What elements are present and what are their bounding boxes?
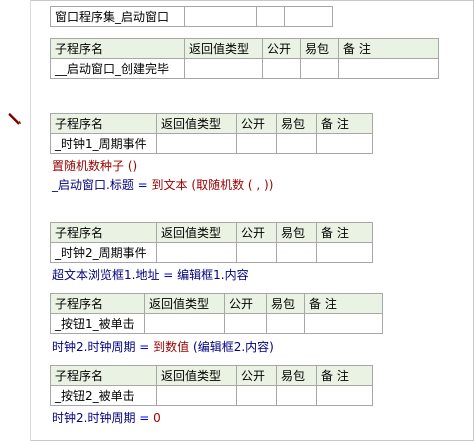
col-return-type: 返回值类型 (156, 222, 237, 243)
pencil-breakpoint-icon[interactable] (6, 110, 24, 128)
col-easy-pkg: 易包 (266, 293, 305, 314)
col-sub-name: 子程序名 (50, 222, 157, 243)
col-public: 公开 (236, 365, 277, 386)
sub-name-cell[interactable]: _按钮1_被单击 (50, 313, 145, 334)
col-public: 公开 (236, 113, 277, 134)
col-public: 公开 (262, 38, 301, 59)
col-easy-pkg: 易包 (300, 38, 339, 59)
col-sub-name: 子程序名 (50, 38, 185, 59)
col-return-type: 返回值类型 (156, 365, 237, 386)
code-line-2[interactable]: _启动窗口.标题 = 到文本 (取随机数 ( , )) (52, 177, 273, 194)
sub-table-4: 子程序名 返回值类型 公开 易包 备 注 _按钮1_被单击 (50, 293, 383, 334)
assembly-name[interactable]: 窗口程序集_启动窗口 (50, 6, 185, 27)
sub-table-2: 子程序名 返回值类型 公开 易包 备 注 _时钟1_周期事件 (50, 113, 373, 154)
sub-name-cell[interactable]: _时钟2_周期事件 (50, 242, 157, 263)
sub-name-cell[interactable]: _时钟1_周期事件 (50, 133, 157, 154)
col-easy-pkg: 易包 (276, 365, 317, 386)
col-sub-name: 子程序名 (50, 113, 157, 134)
col-sub-name: 子程序名 (50, 293, 145, 314)
col-sub-name: 子程序名 (50, 365, 157, 386)
col-note: 备 注 (338, 38, 439, 59)
col-public: 公开 (236, 222, 277, 243)
col-note: 备 注 (316, 365, 373, 386)
sub-name-cell[interactable]: _按钮2_被单击 (50, 385, 157, 406)
code-line-3[interactable]: 超文本浏览框1.地址 = 编辑框1.内容 (52, 267, 249, 284)
col-easy-pkg: 易包 (276, 222, 317, 243)
sub-table-1: 子程序名 返回值类型 公开 易包 备 注 __启动窗口_创建完毕 (50, 38, 439, 79)
code-line-1[interactable]: 置随机数种子 () (52, 158, 137, 175)
col-return-type: 返回值类型 (156, 113, 237, 134)
sub-name-cell[interactable]: __启动窗口_创建完毕 (50, 58, 185, 79)
col-return-type: 返回值类型 (184, 38, 263, 59)
col-easy-pkg: 易包 (276, 113, 317, 134)
code-line-5[interactable]: 时钟2.时钟周期 = 0 (52, 410, 161, 427)
col-note: 备 注 (316, 222, 373, 243)
col-public: 公开 (224, 293, 267, 314)
col-return-type: 返回值类型 (144, 293, 225, 314)
assembly-table: 窗口程序集_启动窗口 (50, 6, 333, 27)
col-note: 备 注 (304, 293, 383, 314)
sub-table-3: 子程序名 返回值类型 公开 易包 备 注 _时钟2_周期事件 (50, 222, 373, 263)
code-line-4[interactable]: 时钟2.时钟周期 = 到数值 (编辑框2.内容) (52, 339, 274, 356)
line-gutter[interactable] (0, 0, 31, 441)
sub-table-5: 子程序名 返回值类型 公开 易包 备 注 _按钮2_被单击 (50, 365, 373, 406)
col-note: 备 注 (316, 113, 373, 134)
